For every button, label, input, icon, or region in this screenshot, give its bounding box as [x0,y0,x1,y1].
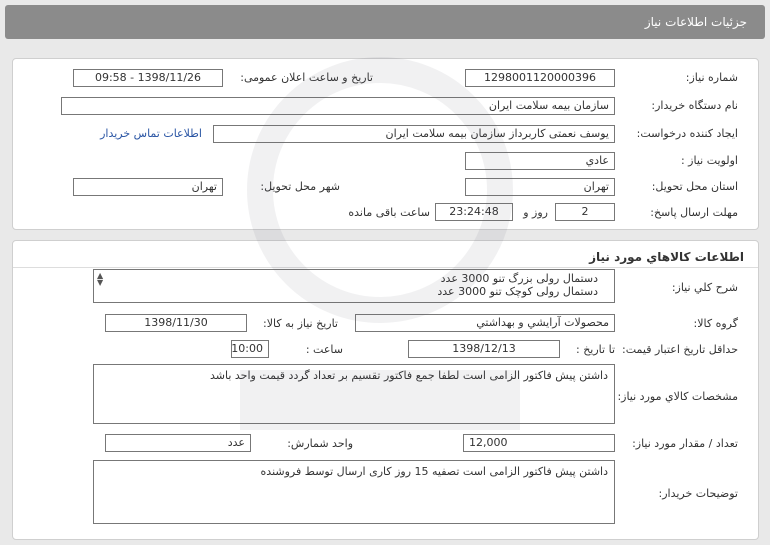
announce-field: 1398/11/26 - 09:58 [73,69,223,87]
buyer-notes-field[interactable]: داشتن پیش فاکتور الزامی است تصفیه 15 روز… [93,460,615,524]
need-info-panel: شماره نیاز: 1298001120000396 تاریخ و ساع… [12,58,759,230]
creator-label: ایجاد کننده درخواست: [636,127,738,140]
unit-field: عدد [105,434,251,452]
summary-line-1: دستمال رولی بزرگ تنو 3000 عدد [440,272,598,285]
page-header: جزئیات اطلاعات نیاز [5,5,765,39]
need-date-field: 1398/11/30 [105,314,247,332]
days-field: 2 [555,203,615,221]
creator-field: یوسف نعمتی کاربرداز سازمان بیمه سلامت ای… [213,125,615,143]
page-title: جزئیات اطلاعات نیاز [644,15,747,29]
scroll-arrows-icon[interactable]: ▲ ▼ [97,272,103,287]
time-remaining-field: 23:24:48 [435,203,513,221]
goods-section-title: اطلاعات کالاهاي مورد نياز [589,250,744,264]
summary-field[interactable]: دستمال رولی بزرگ تنو 3000 عدد دستمال رول… [93,269,615,303]
remaining-label: ساعت باقی مانده [348,206,430,219]
until-date-label: تا تاريخ : [576,343,615,356]
buyer-label: نام دستگاه خریدار: [651,99,738,112]
summary-line-2: دستمال رولی کوچک تنو 3000 عدد [437,285,598,298]
buyer-notes-label: توضيحات خريدار: [658,487,739,500]
province-label: استان محل تحویل: [651,180,738,193]
goods-info-panel: اطلاعات کالاهاي مورد نياز شرح كلي نياز: … [12,240,759,540]
city-field: تهران [73,178,223,196]
spec-field[interactable]: داشتن پیش فاکتور الزامی است لطفا جمع فاک… [93,364,615,424]
buyer-field: سازمان بیمه سلامت ایران [61,97,615,115]
section-divider [13,267,758,268]
hour-label: ساعت : [305,343,343,356]
hour-field: 10:00 [231,340,269,358]
priority-label: اولویت نیاز : [680,154,738,167]
need-number-field: 1298001120000396 [465,69,615,87]
qty-label: تعداد / مقدار مورد نياز: [632,437,738,450]
province-field: تهران [465,178,615,196]
summary-label: شرح كلي نياز: [671,281,738,294]
group-field: محصولات آرايشي و بهداشتي [355,314,615,332]
priority-field: عادي [465,152,615,170]
announce-label: تاریخ و ساعت اعلان عمومی: [240,71,373,84]
min-validity-label: حداقل تاريخ اعتبار قيمت: [622,343,738,356]
need-number-label: شماره نیاز: [685,71,738,84]
until-date-field: 1398/12/13 [408,340,560,358]
qty-field: 12,000 [463,434,615,452]
city-label: شهر محل تحویل: [260,180,340,193]
deadline-label: مهلت ارسال پاسخ: [650,206,738,219]
group-label: گروه کالا: [693,317,738,330]
buyer-contact-link[interactable]: اطلاعات تماس خریدار [100,127,202,140]
spec-label: مشخصات کالاي مورد نياز: [617,390,738,403]
days-and-label: روز و [523,206,548,219]
unit-label: واحد شمارش: [287,437,353,450]
need-date-label: تاريخ نياز به کالا: [263,317,338,330]
